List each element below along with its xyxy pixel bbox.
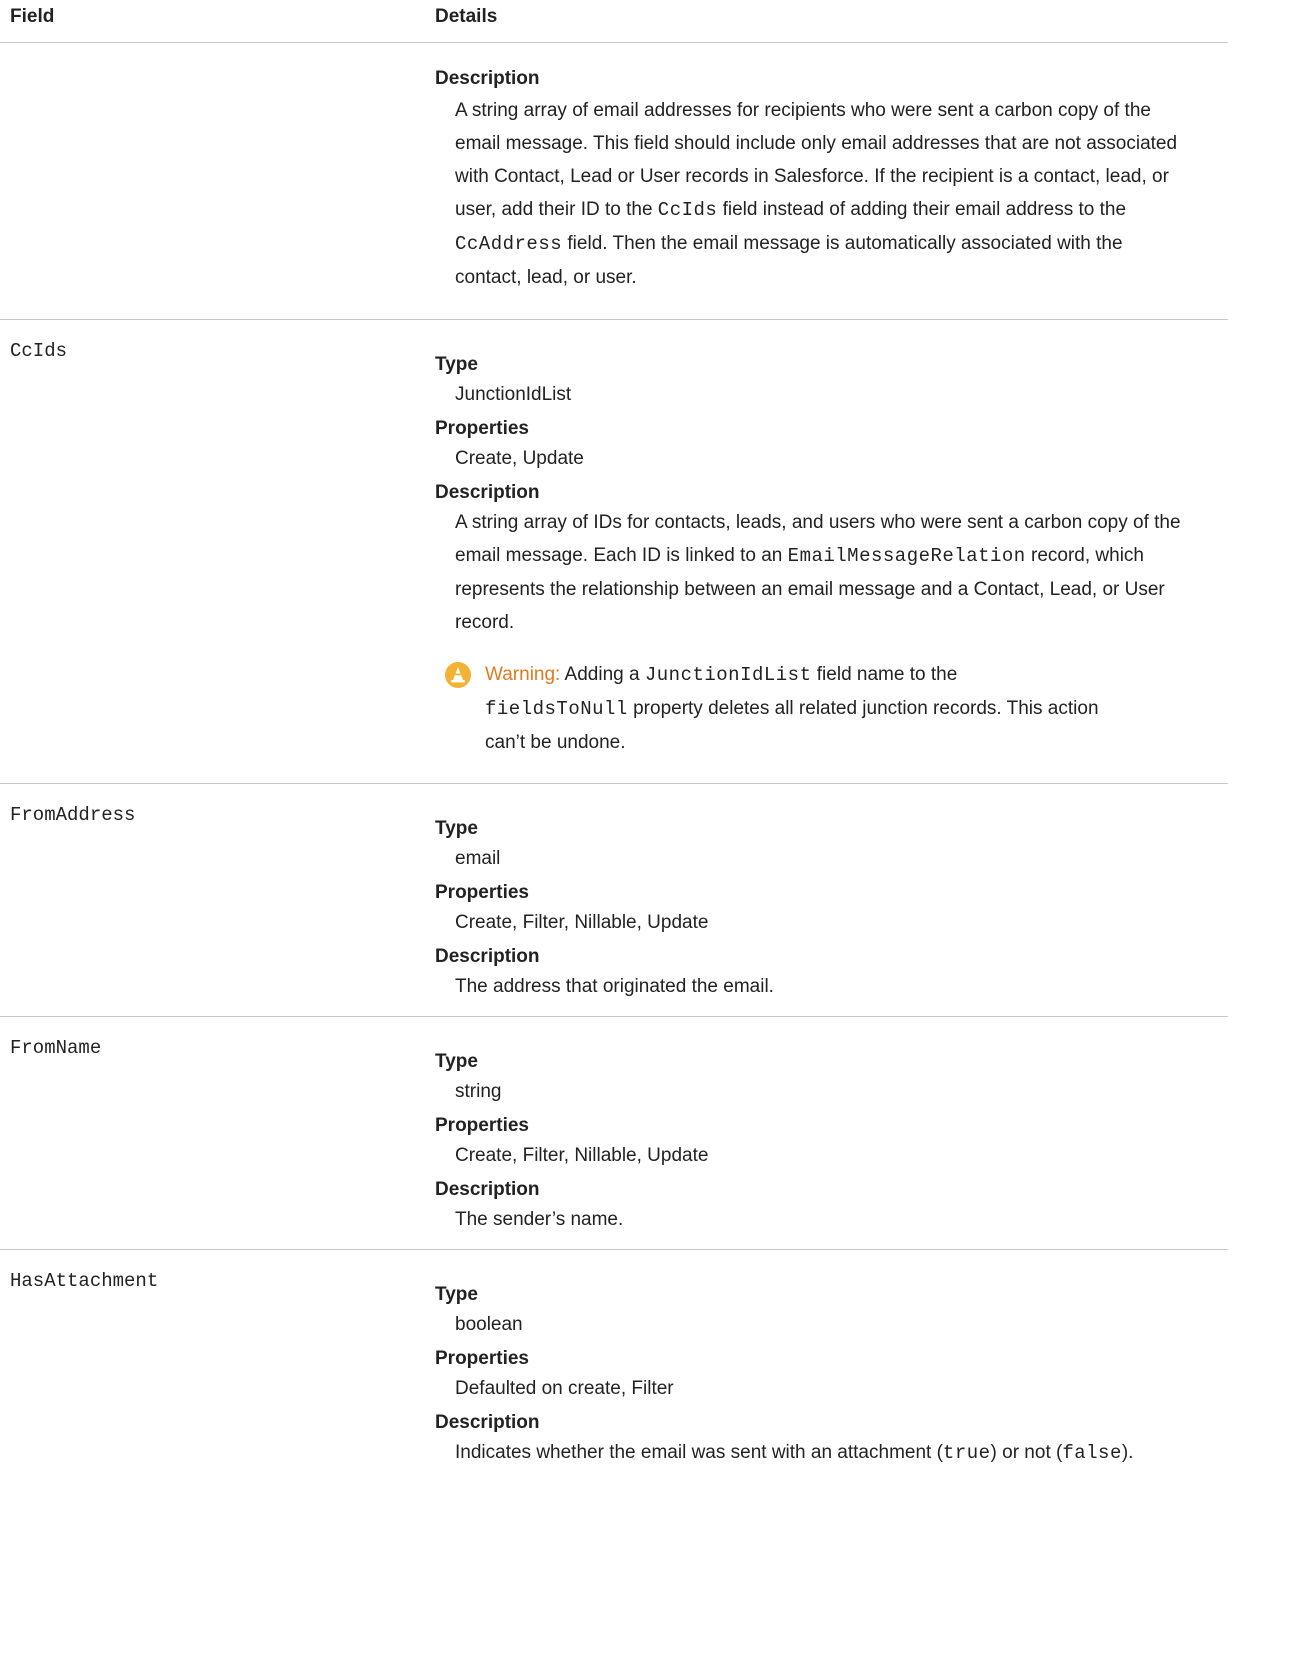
description-label: Description (435, 482, 540, 503)
warning-cone-icon (445, 662, 471, 688)
description-text: The address that originated the email. (455, 976, 774, 997)
properties-label: Properties (435, 1115, 529, 1136)
description-line: user, add their ID to the CcIds field in… (455, 199, 1127, 221)
description-line: email message. Each ID is linked to an E… (455, 545, 1144, 567)
description-label: Description (435, 1412, 540, 1433)
properties-value: Create, Filter, Nillable, Update (455, 1145, 709, 1166)
description-line: A string array of email addresses for re… (455, 100, 1151, 121)
warning-text: Warning: Adding a JunctionIdList field n… (485, 658, 1225, 759)
description-label: Description (435, 68, 540, 89)
table-row-ccids: CcIds Type JunctionIdList Properties Cre… (0, 320, 1228, 784)
description-line: contact, lead, or user. (455, 267, 637, 288)
type-value: email (455, 848, 501, 869)
type-label: Type (435, 354, 478, 375)
description-line: with Contact, Lead or User records in Sa… (455, 166, 1169, 187)
properties-label: Properties (435, 418, 529, 439)
inline-code: true (942, 1442, 991, 1464)
description-text: A string array of email addresses for re… (455, 94, 1227, 294)
header-field: Field (10, 6, 55, 27)
properties-label: Properties (435, 882, 529, 903)
inline-code: fieldsToNull (485, 698, 628, 720)
type-label: Type (435, 1284, 478, 1305)
properties-value: Create, Update (455, 448, 584, 469)
type-value: JunctionIdList (455, 384, 572, 405)
warning-line: can’t be undone. (485, 732, 626, 753)
properties-value: Defaulted on create, Filter (455, 1378, 674, 1399)
description-text: A string array of IDs for contacts, lead… (455, 506, 1227, 639)
description-text: Indicates whether the email was sent wit… (455, 1442, 1134, 1464)
description-line: CcAddress field. Then the email message … (455, 233, 1123, 255)
description-label: Description (435, 946, 540, 967)
inline-code: CcAddress (455, 233, 563, 255)
table-row-fromname: FromName Type string Properties Create, … (0, 1017, 1228, 1250)
field-name: CcIds (10, 340, 68, 362)
warning-line: fieldsToNull property deletes all relate… (485, 698, 1099, 720)
properties-label: Properties (435, 1348, 529, 1369)
table-row-hasattachment: HasAttachment Type boolean Properties De… (0, 1250, 1228, 1490)
warning-label: Warning: (485, 664, 561, 685)
description-line: represents the relationship between an e… (455, 579, 1165, 600)
inline-code: EmailMessageRelation (787, 545, 1026, 567)
inline-code: CcIds (657, 199, 718, 221)
type-label: Type (435, 1051, 478, 1072)
description-label: Description (435, 1179, 540, 1200)
properties-value: Create, Filter, Nillable, Update (455, 912, 709, 933)
inline-code: JunctionIdList (644, 664, 812, 686)
type-value: boolean (455, 1314, 523, 1335)
description-line: email message. This field should include… (455, 133, 1178, 154)
type-label: Type (435, 818, 478, 839)
type-value: string (455, 1081, 502, 1102)
table-header: Field Details (0, 0, 1228, 43)
table-row-fromaddress: FromAddress Type email Properties Create… (0, 784, 1228, 1017)
description-text: The sender’s name. (455, 1209, 624, 1230)
header-details: Details (435, 6, 498, 27)
field-name: FromAddress (10, 804, 136, 826)
description-line: A string array of IDs for contacts, lead… (455, 512, 1181, 533)
description-line: record. (455, 612, 515, 633)
inline-code: false (1062, 1442, 1122, 1464)
field-name: HasAttachment (10, 1270, 159, 1292)
warning-line: Warning: Adding a JunctionIdList field n… (485, 664, 958, 686)
table-row-ccaddress: Description A string array of email addr… (0, 43, 1228, 320)
field-name: FromName (10, 1037, 102, 1059)
